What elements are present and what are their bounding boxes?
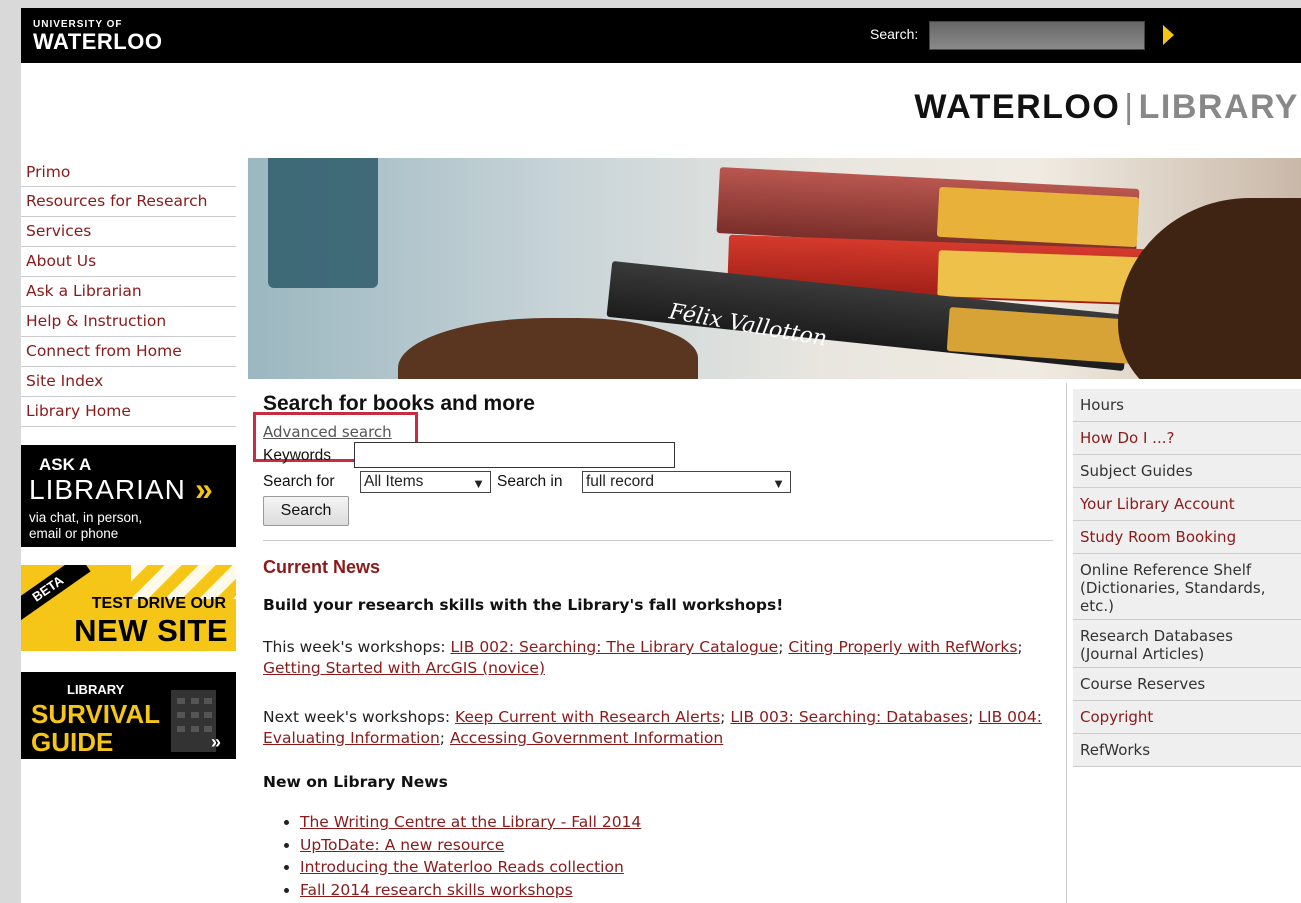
- quick-link-hours[interactable]: Hours: [1073, 389, 1301, 422]
- quick-links: Hours How Do I ...? Subject Guides Your …: [1073, 389, 1301, 767]
- beta-banner-line2: NEW SITE: [74, 613, 228, 648]
- search-for-label: Search for: [263, 473, 335, 490]
- university-logo[interactable]: UNIVERSITY OF WATERLOO: [33, 20, 162, 53]
- hero-book-1-pages: [936, 186, 1140, 248]
- separator: ;: [720, 708, 731, 726]
- hero-hand-left: [398, 318, 698, 379]
- search-go-icon[interactable]: [1163, 25, 1174, 45]
- quick-link-study-room-booking[interactable]: Study Room Booking: [1073, 521, 1301, 554]
- nav-item-ask-a-librarian[interactable]: Ask a Librarian: [21, 277, 236, 307]
- news-headline: Build your research skills with the Libr…: [263, 596, 784, 614]
- workshop-link-lib002[interactable]: LIB 002: Searching: The Library Catalogu…: [451, 638, 779, 656]
- beta-banner-line1: TEST DRIVE OUR: [91, 595, 226, 612]
- workshop-link-arcgis[interactable]: Getting Started with ArcGIS (novice): [263, 659, 545, 677]
- separator: ;: [968, 708, 979, 726]
- divider: [263, 540, 1053, 541]
- news-link[interactable]: The Writing Centre at the Library - Fall…: [300, 813, 641, 831]
- news-link[interactable]: Introducing the Waterloo Reads collectio…: [300, 858, 624, 876]
- hero-hand-right: [1118, 198, 1301, 379]
- quick-link-how-do-i[interactable]: How Do I ...?: [1073, 422, 1301, 455]
- nav-item-help-instruction[interactable]: Help & Instruction: [21, 307, 236, 337]
- nav-item-services[interactable]: Services: [21, 217, 236, 247]
- ask-banner-line3b: email or phone: [29, 526, 119, 541]
- search-in-value: full record: [586, 473, 655, 490]
- this-week-paragraph: This week's workshops: LIB 002: Searchin…: [263, 637, 1053, 679]
- hero-image: Félix Vallotton: [248, 158, 1301, 379]
- ask-a-librarian-banner[interactable]: ASK A LIBRARIAN » via chat, in person, em…: [21, 445, 236, 547]
- guide-banner-line2: SURVIVAL: [31, 699, 161, 729]
- quick-link-course-reserves[interactable]: Course Reserves: [1073, 668, 1301, 701]
- next-week-prefix: Next week's workshops:: [263, 708, 455, 726]
- top-search-input[interactable]: [929, 21, 1145, 50]
- banner-stripes: [131, 565, 236, 599]
- left-nav: Primo Resources for Research Services Ab…: [21, 160, 236, 427]
- ask-banner-line3a: via chat, in person,: [29, 510, 143, 525]
- nav-item-primo[interactable]: Primo: [21, 160, 236, 187]
- top-bar: UNIVERSITY OF WATERLOO Search:: [21, 8, 1301, 63]
- guide-banner-line3: GUIDE: [31, 727, 114, 757]
- search-for-select[interactable]: All Items ▼: [360, 471, 491, 493]
- double-arrow-icon: »: [211, 732, 222, 752]
- logo-big-text: WATERLOO: [33, 29, 163, 54]
- quick-link-subject-guides[interactable]: Subject Guides: [1073, 455, 1301, 488]
- search-button[interactable]: Search: [263, 496, 349, 526]
- keywords-label: Keywords: [263, 447, 332, 464]
- wordmark-waterloo: WATERLOO: [914, 88, 1121, 126]
- building-icon: [171, 690, 216, 752]
- news-link[interactable]: Fall 2014 research skills workshops: [300, 881, 573, 899]
- library-news-title: New on Library News: [263, 773, 448, 791]
- library-news-list: The Writing Centre at the Library - Fall…: [300, 811, 641, 901]
- hero-monitor: [268, 158, 378, 288]
- guide-banner-line1: LIBRARY: [67, 682, 125, 697]
- nav-item-library-home[interactable]: Library Home: [21, 397, 236, 427]
- quick-link-research-databases[interactable]: Research Databases (Journal Articles): [1073, 620, 1301, 668]
- search-in-select[interactable]: full record ▼: [582, 471, 791, 493]
- nav-item-site-index[interactable]: Site Index: [21, 367, 236, 397]
- library-wordmark[interactable]: WATERLOO | LIBRARY: [914, 88, 1299, 127]
- right-sidebar: Hours How Do I ...? Subject Guides Your …: [1066, 383, 1301, 903]
- list-item: Introducing the Waterloo Reads collectio…: [300, 856, 641, 879]
- workshop-link-alerts[interactable]: Keep Current with Research Alerts: [455, 708, 720, 726]
- list-item: The Writing Centre at the Library - Fall…: [300, 811, 641, 834]
- ask-banner-line3: via chat, in person, email or phone: [29, 510, 142, 542]
- top-search-label: Search:: [870, 26, 919, 42]
- chevron-down-icon: ▼: [772, 476, 785, 491]
- this-week-prefix: This week's workshops:: [263, 638, 451, 656]
- separator: ;: [778, 638, 789, 656]
- wordmark-library: LIBRARY: [1138, 88, 1299, 126]
- workshop-link-government[interactable]: Accessing Government Information: [450, 729, 723, 747]
- next-week-paragraph: Next week's workshops: Keep Current with…: [263, 707, 1053, 749]
- chevron-right-icon: »: [195, 471, 213, 507]
- nav-item-connect-from-home[interactable]: Connect from Home: [21, 337, 236, 367]
- nav-item-about-us[interactable]: About Us: [21, 247, 236, 277]
- list-item: UpToDate: A new resource: [300, 834, 641, 857]
- quick-link-refworks[interactable]: RefWorks: [1073, 734, 1301, 767]
- quick-link-reference-shelf[interactable]: Online Reference Shelf (Dictionaries, St…: [1073, 554, 1301, 620]
- current-news-title: Current News: [263, 557, 381, 577]
- quick-link-copyright[interactable]: Copyright: [1073, 701, 1301, 734]
- search-for-value: All Items: [364, 473, 424, 490]
- page: UNIVERSITY OF WATERLOO Search: WATERLOO |…: [21, 8, 1301, 903]
- ask-banner-line1: ASK A: [39, 455, 92, 474]
- nav-item-resources-for-research[interactable]: Resources for Research: [21, 187, 236, 217]
- keywords-input[interactable]: [354, 442, 675, 468]
- main-content: Search for books and more Advanced searc…: [248, 383, 1066, 903]
- news-link[interactable]: UpToDate: A new resource: [300, 836, 504, 854]
- wordmark-separator: |: [1124, 88, 1135, 126]
- workshop-link-lib003[interactable]: LIB 003: Searching: Databases: [730, 708, 968, 726]
- list-item: Fall 2014 research skills workshops: [300, 879, 641, 902]
- quick-link-library-account[interactable]: Your Library Account: [1073, 488, 1301, 521]
- search-in-label: Search in: [497, 473, 563, 490]
- workshop-link-refworks[interactable]: Citing Properly with RefWorks: [788, 638, 1017, 656]
- ask-banner-line2: LIBRARIAN: [29, 474, 186, 505]
- separator: ;: [439, 729, 450, 747]
- survival-guide-banner[interactable]: LIBRARY SURVIVAL GUIDE »: [21, 672, 236, 759]
- separator: ;: [1017, 638, 1023, 656]
- chevron-down-icon: ▼: [472, 476, 485, 491]
- beta-new-site-banner[interactable]: BETA TEST DRIVE OUR NEW SITE: [21, 565, 236, 651]
